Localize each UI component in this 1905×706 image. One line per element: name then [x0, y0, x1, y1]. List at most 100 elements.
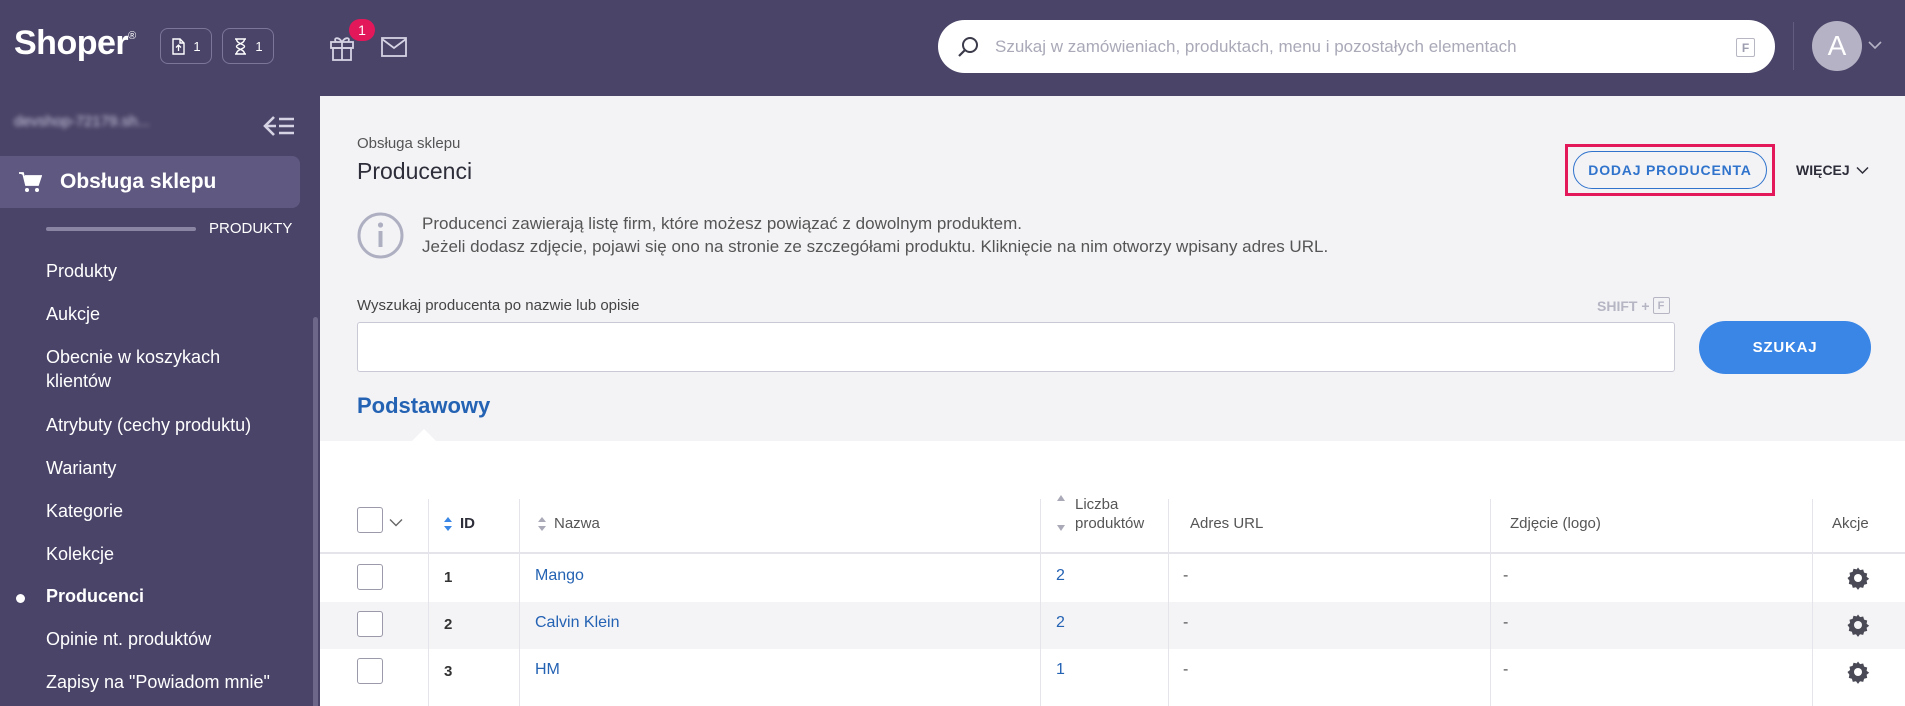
column-header-count-line1: Liczba [1075, 496, 1119, 513]
logo-mark: ® [128, 30, 136, 42]
sidebar-scrollbar[interactable] [313, 317, 318, 706]
gear-icon[interactable] [1846, 566, 1870, 590]
sidebar-section-label: Obsługa sklepu [60, 170, 217, 193]
column-header-logo: Zdjęcie (logo) [1510, 515, 1601, 532]
sidebar-item-produkty[interactable]: Produkty [46, 259, 286, 283]
sidebar-item-kategorie[interactable]: Kategorie [46, 499, 286, 523]
collapse-sidebar-icon[interactable] [263, 115, 295, 137]
sort-icon [444, 517, 452, 532]
row-checkbox[interactable] [357, 564, 383, 590]
sidebar-item-aukcje[interactable]: Aukcje [46, 302, 286, 326]
search-icon [958, 37, 978, 57]
sidebar-item-atrybuty[interactable]: Atrybuty (cechy produktu) [46, 413, 286, 437]
column-divider [1490, 499, 1491, 706]
more-button[interactable]: WIĘCEJ [1796, 162, 1869, 178]
column-header-actions: Akcje [1832, 515, 1869, 532]
chevron-down-icon[interactable] [389, 518, 403, 527]
column-divider [428, 499, 429, 706]
shortcut-key: F [1652, 297, 1670, 314]
column-header-url: Adres URL [1190, 515, 1264, 532]
column-header-name-label: Nazwa [554, 515, 600, 532]
row-id: 1 [444, 569, 453, 586]
page-title: Producenci [357, 158, 473, 184]
sort-asc-icon[interactable] [1057, 494, 1065, 501]
user-avatar[interactable]: A [1812, 21, 1862, 71]
search-shortcut-key: F [1736, 38, 1755, 57]
producer-logo: - [1503, 567, 1509, 584]
document-icon [172, 37, 186, 55]
hourglass-icon [235, 37, 247, 55]
column-divider [1812, 499, 1813, 706]
gift-badge: 1 [349, 19, 375, 41]
row-id: 2 [444, 616, 453, 633]
column-divider [1168, 499, 1169, 706]
topbar-divider [1793, 22, 1794, 70]
info-line-1: Producenci zawierają listę firm, które m… [422, 214, 1022, 233]
producer-url: - [1183, 661, 1189, 678]
sort-icon [538, 517, 546, 532]
sidebar-item-warianty[interactable]: Warianty [46, 456, 286, 480]
product-count-link[interactable]: 1 [1056, 661, 1065, 679]
column-header-id[interactable]: ID [444, 514, 475, 533]
shoper-logo[interactable]: Shoper® [14, 24, 136, 63]
info-text: Producenci zawierają listę firm, które m… [422, 212, 1328, 258]
product-count-link[interactable]: 2 [1056, 614, 1065, 632]
column-header-count-line2: produktów [1075, 515, 1145, 532]
producer-search-input[interactable] [357, 322, 1675, 372]
column-divider [519, 499, 520, 706]
row-id: 3 [444, 663, 453, 680]
column-header-name[interactable]: Nazwa [538, 514, 600, 533]
active-item-bullet [16, 594, 25, 603]
breadcrumb[interactable]: Obsługa sklepu [357, 135, 460, 152]
table-header-divider [320, 552, 1905, 554]
sidebar-item-opinie[interactable]: Opinie nt. produktów [46, 627, 286, 651]
sidebar-item-koszyki[interactable]: Obecnie w koszykach klientów [46, 345, 286, 393]
producer-name-link[interactable]: Calvin Klein [535, 614, 619, 632]
producer-url: - [1183, 614, 1189, 631]
producer-logo: - [1503, 614, 1509, 631]
select-all-checkbox[interactable] [357, 507, 383, 533]
product-count-link[interactable]: 2 [1056, 567, 1065, 585]
search-shortcut-hint: SHIFT + F [1597, 297, 1670, 314]
sidebar-item-kolekcje[interactable]: Kolekcje [46, 542, 286, 566]
info-icon [357, 212, 404, 259]
logo-text: Shoper [14, 24, 129, 62]
sort-desc-icon[interactable] [1057, 525, 1065, 532]
column-divider [1040, 499, 1041, 706]
chevron-down-icon[interactable] [1868, 40, 1882, 50]
producer-search-label: Wyszukaj producenta po nazwie lub opisie [357, 297, 640, 314]
sidebar: devshop-72179.sh... Obsługa sklepu PRODU… [0, 96, 320, 706]
column-header-id-label: ID [460, 515, 475, 532]
top-bar: Shoper® 1 1 1 F A [0, 0, 1905, 96]
tab-podstawowy[interactable]: Podstawowy [357, 393, 490, 419]
shortcut-prefix: SHIFT + [1597, 297, 1650, 314]
row-checkbox[interactable] [357, 611, 383, 637]
pending-documents-counter[interactable]: 1 [160, 28, 212, 64]
producer-name-link[interactable]: Mango [535, 567, 584, 585]
cart-icon [19, 172, 42, 192]
producer-logo: - [1503, 661, 1509, 678]
global-search: F [938, 20, 1775, 73]
gear-icon[interactable] [1846, 660, 1870, 684]
gear-icon[interactable] [1846, 613, 1870, 637]
column-header-count[interactable]: Liczba produktów [1075, 495, 1144, 533]
sidebar-section-shop[interactable]: Obsługa sklepu [0, 156, 300, 208]
add-producer-button[interactable]: DODAJ PRODUCENTA [1573, 151, 1767, 189]
documents-count: 1 [193, 38, 201, 54]
shop-name: devshop-72179.sh... [14, 113, 150, 130]
tasks-count: 1 [255, 38, 263, 54]
row-checkbox[interactable] [357, 658, 383, 684]
search-button[interactable]: SZUKAJ [1699, 321, 1871, 374]
sidebar-group-label: PRODUKTY [209, 220, 293, 237]
global-search-input[interactable] [995, 30, 1675, 63]
producer-name-link[interactable]: HM [535, 661, 560, 679]
sidebar-item-producenci[interactable]: Producenci [46, 584, 286, 608]
sidebar-item-powiadom[interactable]: Zapisy na "Powiadom mnie" [46, 670, 286, 694]
more-button-label: WIĘCEJ [1796, 162, 1850, 178]
mail-icon[interactable] [381, 37, 407, 57]
chevron-down-icon [1856, 166, 1869, 174]
group-divider [46, 227, 196, 231]
info-line-2: Jeżeli dodasz zdjęcie, pojawi się ono na… [422, 237, 1329, 256]
pending-tasks-counter[interactable]: 1 [222, 28, 274, 64]
tab-pointer [412, 429, 436, 441]
